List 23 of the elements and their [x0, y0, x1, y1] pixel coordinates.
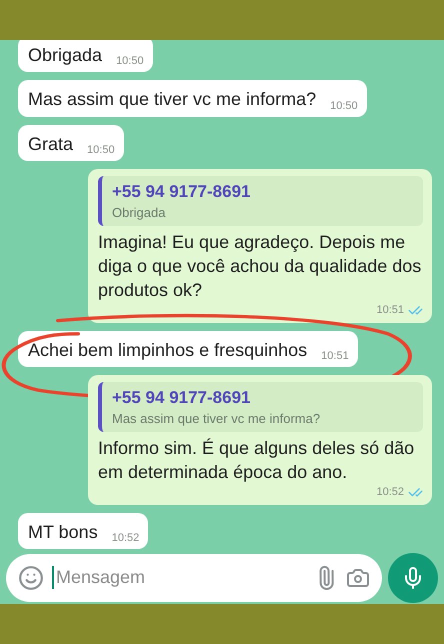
quoted-message[interactable]: +55 94 9177-8691 Mas assim que tiver vc me informa?: [98, 382, 423, 432]
emoji-icon[interactable]: [18, 564, 44, 591]
message-text: Mas assim que tiver vc me informa?: [28, 88, 316, 112]
message-text: MT bons: [28, 520, 98, 544]
quote-author: +55 94 9177-8691: [112, 388, 252, 408]
message-field[interactable]: Mensagem: [6, 554, 382, 602]
quote-text: Obrigada: [112, 204, 166, 220]
microphone-button[interactable]: [388, 552, 438, 603]
message-time: 10:50: [116, 55, 144, 68]
message-time: 10:50: [330, 100, 358, 112]
message-time: 10:52: [112, 532, 140, 544]
message-text: Achei bem limpinhos e fresquinhos: [28, 338, 308, 362]
message-text: Obrigada: [28, 44, 102, 67]
quote-author: +55 94 9177-8691: [112, 182, 252, 202]
message-time: 10:51: [321, 350, 349, 362]
quote-text: Mas assim que tiver vc me informa?: [112, 411, 322, 426]
quoted-message[interactable]: +55 94 9177-8691 Obrigada: [98, 176, 423, 226]
message-time: 10:50: [87, 144, 115, 156]
message-time: 10:52: [376, 486, 404, 498]
message-text: Informo sim. É que alguns deles só dão em determinada época do ano.: [98, 437, 416, 484]
message-time: 10:51: [376, 304, 404, 316]
message-text: Grata: [28, 132, 74, 156]
message-text: Imagina! Eu que agradeço. Depois me diga o que você achou da qualidade dos produtos ok?: [98, 230, 422, 302]
